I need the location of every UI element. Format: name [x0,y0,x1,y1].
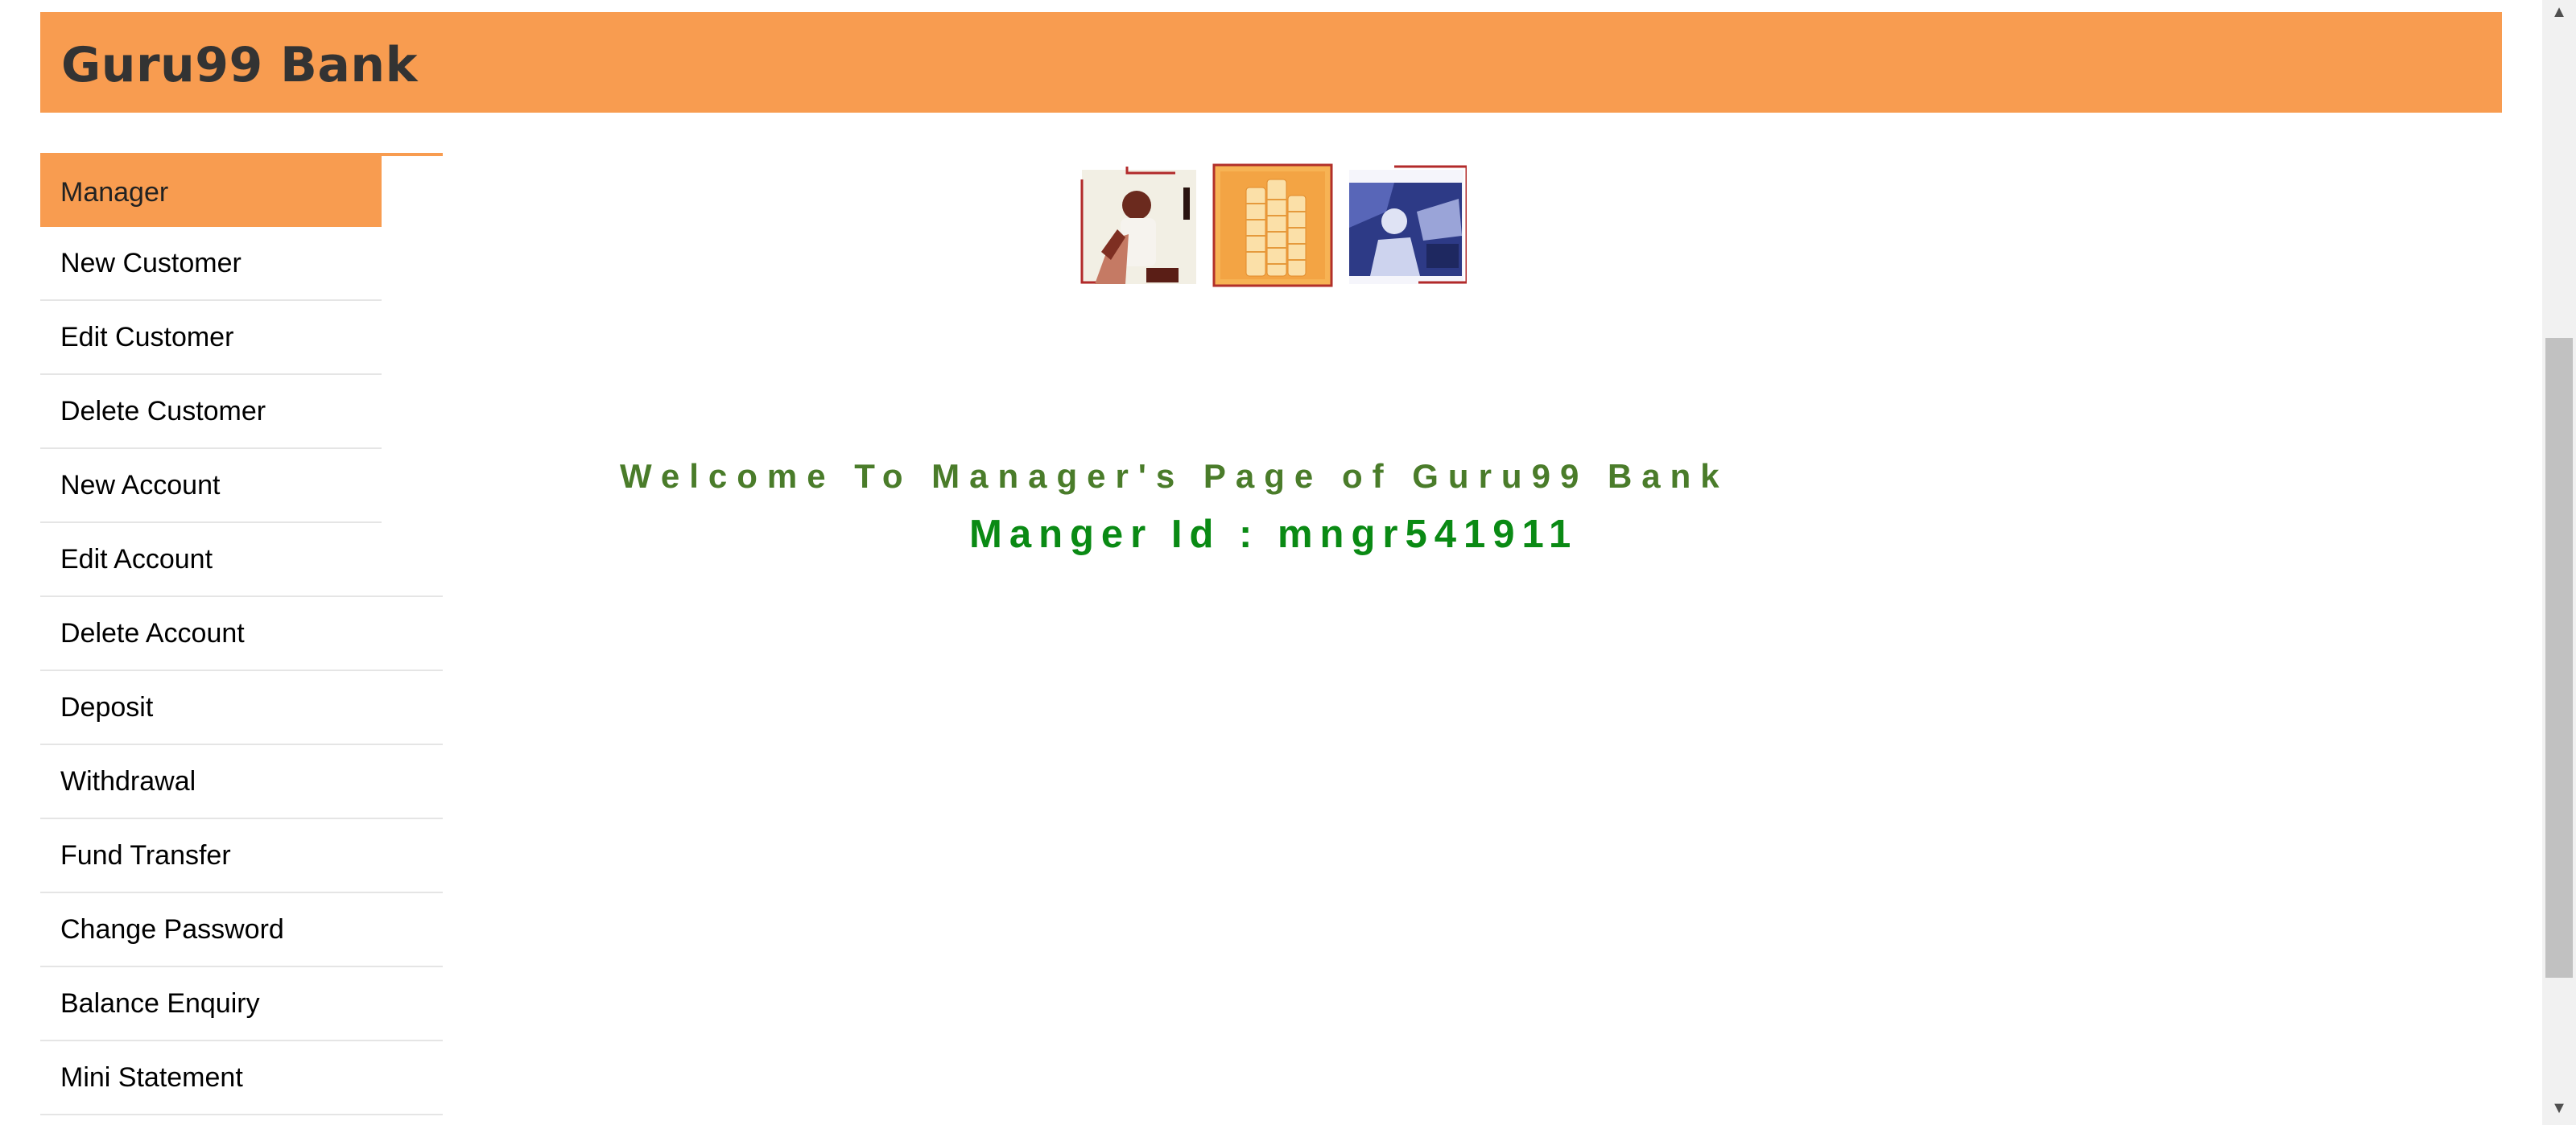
vertical-scrollbar[interactable]: ▲ ▼ [2542,0,2576,1125]
woman-office-image [1346,163,1468,288]
sidebar-item-new-customer[interactable]: New Customer [40,227,382,301]
coins-stack-image [1212,163,1333,288]
sidebar-item-change-password[interactable]: Change Password [40,893,443,967]
manager-id-label: Manger Id : mngr541911 [969,513,1579,556]
site-header: Guru99 Bank [40,12,2502,113]
sidebar-item-fund-transfer[interactable]: Fund Transfer [40,819,443,893]
site-title: Guru99 Bank [61,37,418,93]
businessman-phone-image [1079,163,1199,288]
sidebar-item-mini-statement[interactable]: Mini Statement [40,1041,443,1115]
sidebar-item-new-account[interactable]: New Account [40,449,382,523]
sidebar-item-edit-customer[interactable]: Edit Customer [40,301,382,375]
sidebar-item-withdrawal[interactable]: Withdrawal [40,745,443,819]
scroll-up-arrow-icon[interactable]: ▲ [2542,0,2576,24]
sidebar-item-edit-account[interactable]: Edit Account [40,523,443,597]
sidebar-item-manager[interactable]: Manager [40,156,382,227]
scroll-down-arrow-icon[interactable]: ▼ [2542,1096,2576,1120]
sidebar-item-delete-account[interactable]: Delete Account [40,597,443,671]
sidebar-item-balance-enquiry[interactable]: Balance Enquiry [40,967,443,1041]
page: Guru99 Bank Manager New Customer Edit Cu… [0,0,2576,1125]
scrollbar-thumb[interactable] [2545,338,2573,978]
sidebar-item-delete-customer[interactable]: Delete Customer [40,375,382,449]
bank-logo-banner [1079,163,1469,288]
sidebar-item-deposit[interactable]: Deposit [40,671,443,745]
welcome-message: Welcome To Manager's Page of Guru99 Bank [620,457,1729,495]
